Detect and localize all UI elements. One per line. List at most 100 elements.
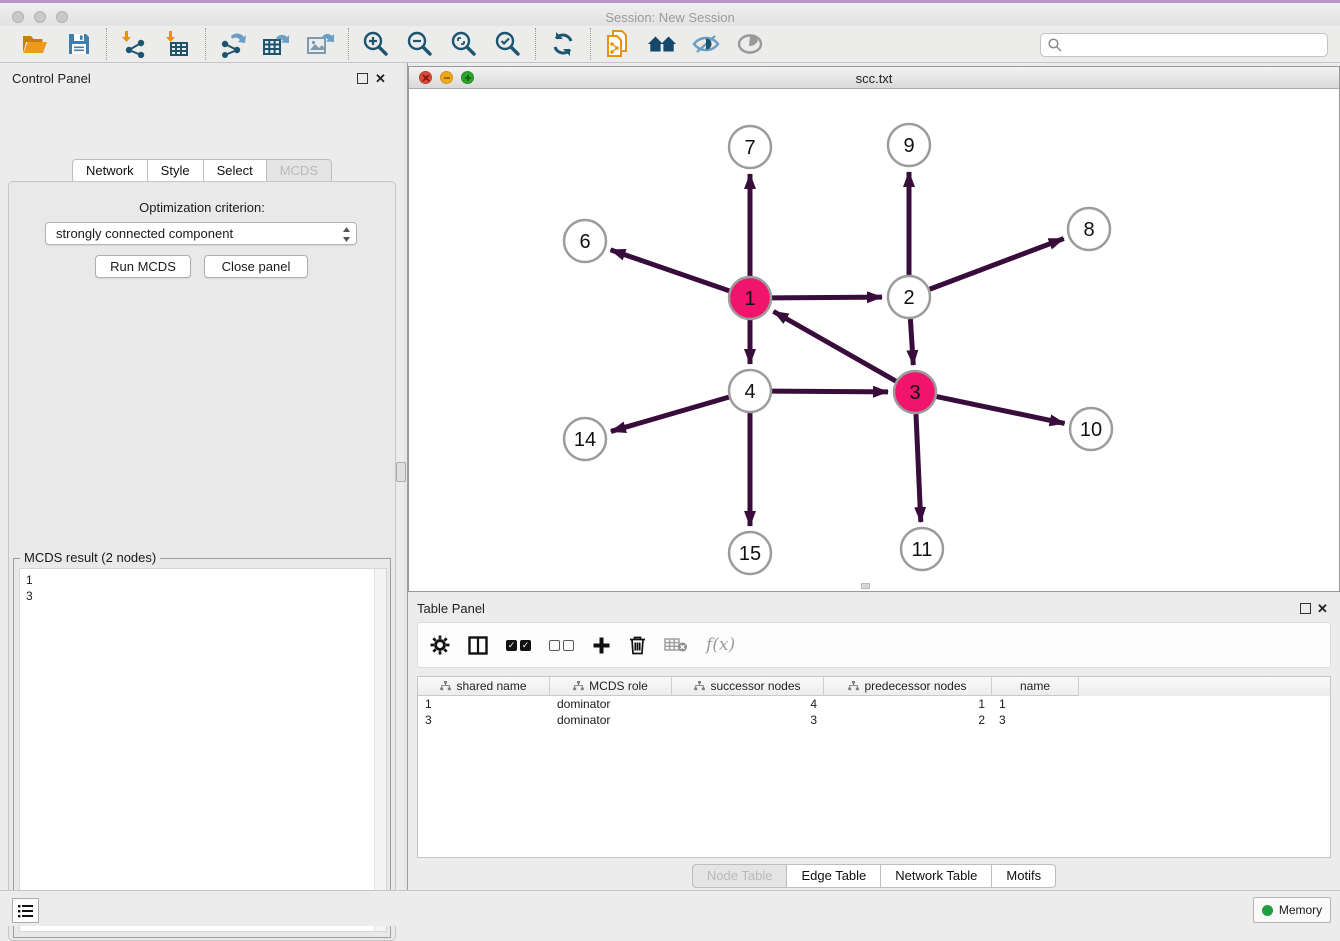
- cell[interactable]: 1: [418, 696, 550, 712]
- task-list-icon: [17, 903, 35, 919]
- edge-2-3[interactable]: [910, 319, 913, 365]
- node-label-14: 14: [574, 429, 596, 451]
- deselect-all-icon[interactable]: [549, 640, 574, 651]
- node-label-2: 2: [903, 287, 914, 309]
- tab-style[interactable]: Style: [148, 159, 204, 183]
- table-row[interactable]: 1dominator411: [418, 696, 1330, 712]
- cell[interactable]: 1: [824, 696, 992, 712]
- network-canvas[interactable]: 7968124314101511: [409, 89, 1339, 592]
- tab-motifs[interactable]: Motifs: [992, 864, 1056, 888]
- select-all-icon[interactable]: ✓✓: [506, 640, 531, 651]
- control-panel-title: Control Panel: [12, 71, 91, 86]
- import-network-icon[interactable]: [119, 29, 149, 59]
- column-header-label: MCDS role: [589, 679, 648, 693]
- control-panel: Control Panel ✕ NetworkStyleSelectMCDS O…: [0, 63, 404, 890]
- criterion-select[interactable]: strongly connected component: [45, 222, 357, 245]
- control-panel-tabs: NetworkStyleSelectMCDS: [0, 159, 404, 183]
- network-window-titlebar[interactable]: scc.txt: [409, 67, 1339, 89]
- edge-3-10[interactable]: [937, 397, 1065, 424]
- table-body: 1dominator4113dominator323: [418, 696, 1330, 728]
- delete-column-icon[interactable]: [629, 635, 646, 655]
- close-panel-button[interactable]: Close panel: [204, 255, 308, 278]
- tab-mcds[interactable]: MCDS: [267, 159, 332, 183]
- node-label-3: 3: [909, 382, 920, 404]
- export-network-icon[interactable]: [218, 29, 248, 59]
- cell[interactable]: dominator: [550, 712, 672, 728]
- float-panel-icon[interactable]: [357, 73, 368, 84]
- cell[interactable]: 3: [992, 712, 1079, 728]
- search-box[interactable]: [1040, 33, 1328, 57]
- close-panel-icon[interactable]: ✕: [375, 72, 386, 85]
- task-manager-button[interactable]: [12, 898, 39, 923]
- zoom-selected-icon[interactable]: [493, 29, 523, 59]
- clone-network-icon[interactable]: [603, 29, 633, 59]
- column-header-label: successor nodes: [710, 679, 800, 693]
- node-table[interactable]: shared name MCDS role successor nodes prede…: [417, 676, 1331, 858]
- splitter-grip[interactable]: [396, 462, 406, 482]
- node-label-8: 8: [1083, 219, 1094, 241]
- search-input[interactable]: [1063, 35, 1327, 55]
- tab-network-table[interactable]: Network Table: [881, 864, 992, 888]
- tab-edge-table[interactable]: Edge Table: [787, 864, 881, 888]
- memory-status-icon: [1262, 905, 1273, 916]
- save-icon[interactable]: [64, 29, 94, 59]
- column-header-predecessor-nodes[interactable]: predecessor nodes: [824, 677, 992, 696]
- mcds-result-text: 1 3: [26, 572, 33, 604]
- export-image-icon[interactable]: [306, 29, 336, 59]
- edge-3-11[interactable]: [916, 414, 921, 522]
- mcds-result-title: MCDS result (2 nodes): [20, 550, 160, 565]
- cell[interactable]: 3: [672, 712, 824, 728]
- edge-1-2[interactable]: [772, 297, 882, 298]
- status-bar: Memory: [0, 890, 1340, 926]
- table-row[interactable]: 3dominator323: [418, 712, 1330, 728]
- edge-4-14[interactable]: [611, 397, 729, 431]
- zoom-out-icon[interactable]: [405, 29, 435, 59]
- cell[interactable]: 4: [672, 696, 824, 712]
- column-header-successor-nodes[interactable]: successor nodes: [672, 677, 824, 696]
- mcds-tab-content: Optimization criterion: strongly connect…: [8, 181, 396, 941]
- hierarchy-icon: [694, 681, 705, 691]
- app-title: Session: New Session: [0, 10, 1340, 25]
- hierarchy-icon: [848, 681, 859, 691]
- tab-select[interactable]: Select: [204, 159, 267, 183]
- column-selector-icon[interactable]: [468, 636, 488, 655]
- node-label-9: 9: [903, 135, 914, 157]
- home-icon[interactable]: [647, 29, 677, 59]
- edge-4-3[interactable]: [772, 391, 888, 392]
- eye-icon[interactable]: [735, 29, 765, 59]
- table-panel: Table Panel ✕ ✓✓ f(x) shared nameMCDS ro…: [408, 592, 1340, 890]
- column-header-name[interactable]: name: [992, 677, 1079, 696]
- node-label-15: 15: [739, 543, 761, 565]
- hide-icon[interactable]: [691, 29, 721, 59]
- edge-2-8[interactable]: [930, 239, 1064, 290]
- open-folder-icon[interactable]: [20, 29, 50, 59]
- close-table-panel-icon[interactable]: ✕: [1317, 602, 1328, 615]
- tab-node-table[interactable]: Node Table: [692, 864, 788, 888]
- cell[interactable]: 3: [418, 712, 550, 728]
- column-header-shared-name[interactable]: shared name: [418, 677, 550, 696]
- mcds-result-textarea[interactable]: 1 3: [19, 568, 387, 932]
- zoom-in-icon[interactable]: [361, 29, 391, 59]
- mcds-result-scrollbar[interactable]: [374, 569, 386, 931]
- tab-network[interactable]: Network: [72, 159, 148, 183]
- add-column-icon[interactable]: [592, 636, 611, 655]
- run-mcds-button[interactable]: Run MCDS: [95, 255, 191, 278]
- column-header-label: shared name: [456, 679, 526, 693]
- table-header-row: shared name MCDS role successor nodes prede…: [418, 677, 1330, 696]
- cell[interactable]: dominator: [550, 696, 672, 712]
- export-table-icon[interactable]: [262, 29, 292, 59]
- memory-button[interactable]: Memory: [1253, 897, 1331, 923]
- zoom-fit-icon[interactable]: [449, 29, 479, 59]
- node-label-7: 7: [744, 137, 755, 159]
- cell[interactable]: 1: [992, 696, 1079, 712]
- gear-icon[interactable]: [430, 635, 450, 655]
- column-header-mcds-role[interactable]: MCDS role: [550, 677, 672, 696]
- cell[interactable]: 2: [824, 712, 992, 728]
- edge-1-6[interactable]: [611, 250, 730, 291]
- float-table-panel-icon[interactable]: [1300, 603, 1311, 614]
- window-resize-grip[interactable]: [861, 583, 870, 589]
- edge-3-1[interactable]: [773, 311, 895, 381]
- node-label-10: 10: [1080, 419, 1102, 441]
- refresh-icon[interactable]: [548, 29, 578, 59]
- import-table-icon[interactable]: [163, 29, 193, 59]
